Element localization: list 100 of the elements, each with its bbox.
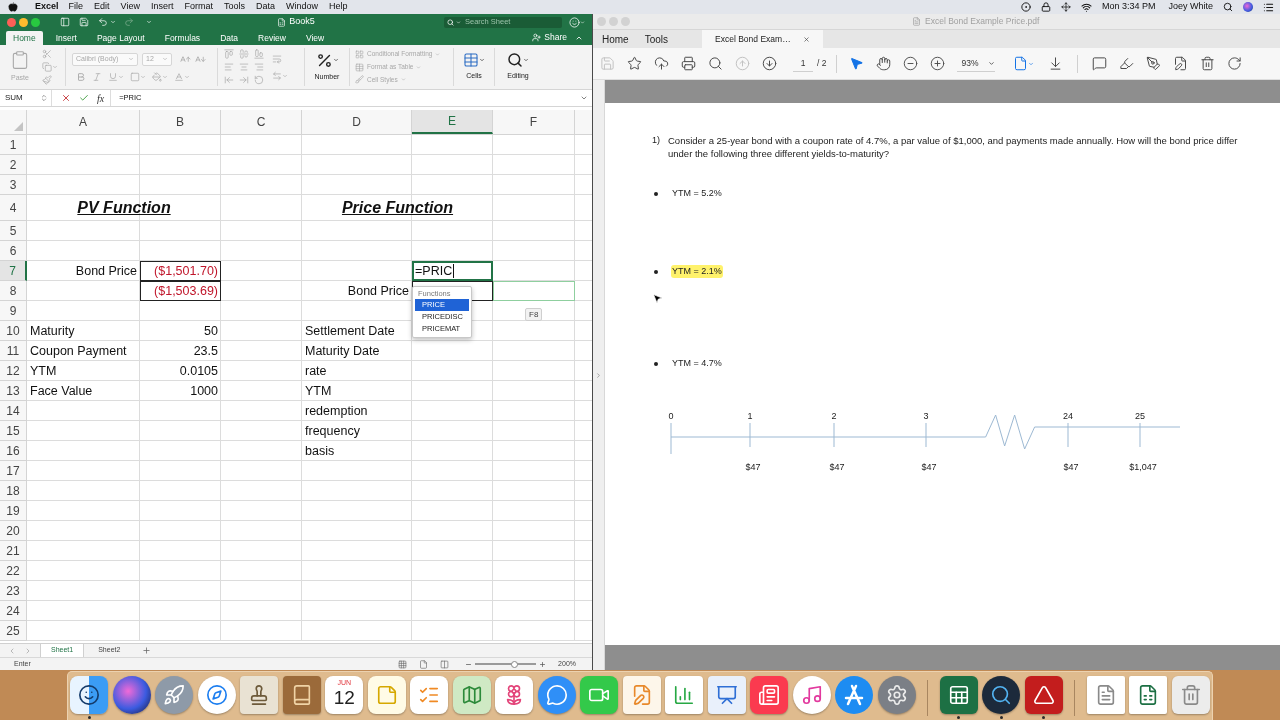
apple-icon[interactable]: [8, 2, 18, 12]
menu-item[interactable]: Edit: [94, 0, 110, 14]
smiley-icon[interactable]: [569, 16, 580, 28]
row-header[interactable]: 9: [0, 301, 27, 321]
rocket-icon[interactable]: [155, 676, 194, 714]
book-icon[interactable]: [282, 676, 321, 714]
row-header[interactable]: 20: [0, 521, 27, 541]
flower-icon[interactable]: [495, 676, 534, 714]
zoom-in-icon[interactable]: [539, 660, 547, 668]
ribbon-tab[interactable]: Formulas: [157, 31, 208, 45]
row-header[interactable]: 8: [0, 281, 27, 301]
page-icon[interactable]: [1013, 56, 1029, 71]
wifi-icon[interactable]: [1080, 1, 1092, 13]
name-box[interactable]: SUM: [0, 90, 52, 106]
orb-icon[interactable]: [1243, 2, 1253, 12]
row-header[interactable]: 21: [0, 541, 27, 561]
search-icon[interactable]: [1223, 2, 1233, 12]
checklist-icon[interactable]: [410, 676, 449, 714]
row-header[interactable]: 3: [0, 175, 27, 195]
redo-icon[interactable]: [124, 17, 134, 27]
circle-arrow-down-icon[interactable]: [762, 56, 777, 71]
close-tab-icon[interactable]: [802, 35, 810, 43]
printer-icon[interactable]: [681, 56, 696, 71]
formula-input[interactable]: =PRIC: [412, 261, 493, 281]
stamp-icon[interactable]: [240, 676, 279, 714]
four-arrows-icon[interactable]: [1060, 2, 1071, 12]
circle-dot-icon[interactable]: [1020, 2, 1031, 12]
smiling-face-icon[interactable]: [70, 676, 109, 719]
speech-bubble-icon[interactable]: [537, 676, 576, 714]
column-header[interactable]: C: [221, 110, 302, 134]
share-button[interactable]: Share: [532, 31, 567, 44]
list-icon[interactable]: [1263, 1, 1274, 13]
circle-plus-icon[interactable]: [930, 56, 946, 71]
column-header[interactable]: B: [140, 110, 221, 134]
pointer-arrow-icon[interactable]: [849, 56, 865, 71]
slider-thumb[interactable]: [510, 660, 518, 668]
menu-item[interactable]: Insert: [150, 0, 174, 14]
gear-icon[interactable]: [877, 676, 916, 714]
row-header[interactable]: 18: [0, 481, 27, 501]
circle-minus-icon[interactable]: [903, 56, 919, 71]
spreadsheet-icon[interactable]: [939, 676, 978, 719]
row-header[interactable]: 15: [0, 421, 27, 441]
ribbon-tab[interactable]: Home: [6, 31, 43, 45]
row-header[interactable]: 7: [0, 261, 27, 281]
orb-icon[interactable]: [112, 676, 151, 714]
sidebar-icon[interactable]: [60, 17, 70, 27]
bar-chart-icon[interactable]: [665, 676, 704, 714]
expand-formula-icon[interactable]: [580, 94, 588, 102]
window-minimize-button[interactable]: [19, 17, 28, 27]
column-header[interactable]: E: [412, 110, 493, 134]
menu-item[interactable]: Data: [255, 0, 275, 14]
hand-icon[interactable]: [876, 56, 892, 71]
music-note-icon[interactable]: [792, 676, 831, 714]
row-header[interactable]: 6: [0, 241, 27, 261]
document-icon[interactable]: [1086, 676, 1125, 714]
comment-icon[interactable]: [1092, 56, 1108, 71]
trash-can-icon[interactable]: [1171, 676, 1210, 714]
columns-view-icon[interactable]: [440, 659, 450, 669]
add-sheet-icon[interactable]: [142, 646, 152, 655]
scroll-left-icon[interactable]: [8, 646, 16, 655]
row-header[interactable]: 14: [0, 401, 27, 421]
nav-tab[interactable]: Home: [602, 30, 629, 48]
cancel-icon[interactable]: [61, 93, 71, 103]
menu-item[interactable]: File: [68, 0, 84, 14]
row-header[interactable]: 4: [0, 195, 27, 221]
row-header[interactable]: 13: [0, 381, 27, 401]
row-header[interactable]: 23: [0, 581, 27, 601]
row-header[interactable]: 12: [0, 361, 27, 381]
nav-tab[interactable]: Tools: [644, 30, 669, 48]
window-close-button[interactable]: [7, 17, 16, 27]
row-header[interactable]: 11: [0, 341, 27, 361]
trash-icon[interactable]: [1200, 56, 1216, 71]
row-header[interactable]: 2: [0, 155, 27, 175]
scroll-right-icon[interactable]: [24, 646, 32, 655]
video-camera-icon[interactable]: [580, 676, 619, 714]
row-header[interactable]: 22: [0, 561, 27, 581]
cloud-upload-icon[interactable]: [654, 56, 669, 71]
row-header[interactable]: 17: [0, 461, 27, 481]
search-icon[interactable]: [708, 56, 723, 71]
row-header[interactable]: 19: [0, 501, 27, 521]
spreadsheet-file-icon[interactable]: [1129, 676, 1168, 714]
row-header[interactable]: 5: [0, 221, 27, 241]
menu-item[interactable]: View: [120, 0, 140, 14]
ribbon-tab[interactable]: Review: [251, 31, 293, 45]
page-number-field[interactable]: 1: [793, 55, 813, 72]
column-header[interactable]: F: [493, 110, 575, 134]
document-pen-icon[interactable]: [1173, 56, 1189, 71]
row-header[interactable]: 16: [0, 441, 27, 461]
notepad-icon[interactable]: [367, 676, 406, 714]
menu-item[interactable]: Window: [286, 0, 318, 14]
triangle-icon[interactable]: [1024, 676, 1063, 719]
highlighter-icon[interactable]: [1119, 56, 1135, 71]
ribbon-tab[interactable]: Insert: [48, 31, 84, 45]
row-header[interactable]: 10: [0, 321, 27, 341]
menu-item[interactable]: Format: [184, 0, 213, 14]
newspaper-icon[interactable]: [750, 676, 789, 714]
letter-a-icon[interactable]: [835, 676, 874, 714]
row-header[interactable]: 25: [0, 621, 27, 641]
row-header[interactable]: 24: [0, 601, 27, 621]
pen-nib-icon[interactable]: [1146, 56, 1162, 71]
